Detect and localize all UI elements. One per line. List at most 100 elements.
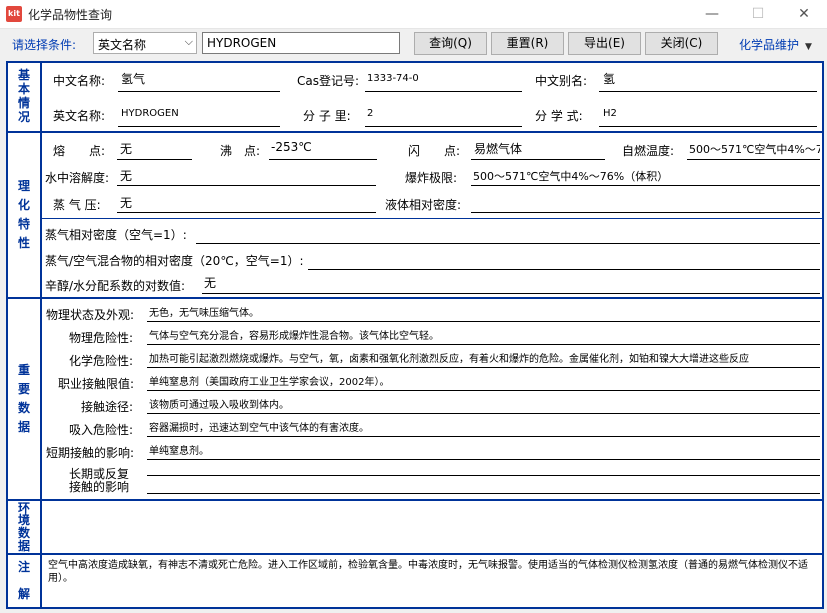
short-term-underline xyxy=(147,459,820,460)
minimize-button[interactable]: — xyxy=(689,0,735,28)
section-environment-label: 环 境 数 据 xyxy=(8,501,42,553)
cn-alias-label: 中文别名: xyxy=(535,74,588,88)
autoign-underline xyxy=(687,159,820,160)
log-kow-label: 辛醇/水分配系数的对数值: xyxy=(45,279,186,293)
route-label: 接触途径: xyxy=(81,400,134,414)
formula-label: 分 学 式: xyxy=(535,109,583,123)
en-name-underline xyxy=(118,126,280,127)
app-icon: kit xyxy=(6,6,22,22)
short-term-label: 短期接触的影响: xyxy=(46,446,135,460)
condition-label: 请选择条件: xyxy=(12,38,77,52)
section-notes: 注 解 空气中高浓度造成缺氧，有神志不清或死亡危险。进入工作区域前，检验氧含量。… xyxy=(8,555,822,607)
mw-underline xyxy=(365,126,522,127)
mw-label: 分 子 里: xyxy=(303,109,351,123)
route-underline xyxy=(147,413,820,414)
cas-label: Cas登记号: xyxy=(297,74,360,88)
section-basic-label: 基 本 情 况 xyxy=(8,63,42,131)
chem-hazard-label: 化学危险性: xyxy=(69,354,134,368)
exposure-limit-label: 职业接触限值: xyxy=(58,377,135,391)
explosive-value: 500～571℃空气中4%～76%（体积） xyxy=(473,170,669,183)
section-notes-label: 注 解 xyxy=(8,555,42,607)
query-button[interactable]: 查询(Q) xyxy=(414,32,487,55)
boiling-value: -253℃ xyxy=(271,140,312,154)
flash-underline xyxy=(471,159,605,160)
state-underline xyxy=(147,321,820,322)
short-term-value: 单纯窒息剂。 xyxy=(149,446,209,457)
en-name-label: 英文名称: xyxy=(53,109,106,123)
state-label: 物理状态及外观: xyxy=(46,308,135,322)
search-input[interactable] xyxy=(202,32,400,54)
solubility-value: 无 xyxy=(120,169,133,183)
maximize-button[interactable]: ☐ xyxy=(735,0,781,28)
mw-value: 2 xyxy=(367,108,374,119)
cn-alias-value: 氢 xyxy=(603,72,616,86)
flash-label: 闪 点: xyxy=(408,144,461,158)
section-environment-title: 环 境 数 据 xyxy=(17,500,30,553)
liquid-density-underline xyxy=(471,212,820,213)
title-bar: kit 化学品物性查询 — ☐ ✕ xyxy=(0,0,827,29)
section-basic: 基 本 情 况 中文名称: 氢气 Cas登记号: 1333-74-0 中文别名:… xyxy=(8,63,822,133)
notes-text: 空气中高浓度造成缺氧，有神志不清或死亡危险。进入工作区域前，检验氧含量。中毒浓度… xyxy=(48,560,808,584)
explosive-underline xyxy=(471,185,820,186)
melting-label: 熔 点: xyxy=(53,144,106,158)
section-physchem-title: 理 化 特 性 xyxy=(17,178,30,251)
vapor-density-underline xyxy=(196,243,820,244)
explosive-label: 爆炸极限: xyxy=(405,171,458,185)
inhalation-value: 容器漏损时，迅速达到空气中该气体的有害浓度。 xyxy=(149,423,369,434)
liquid-density-label: 液体相对密度: xyxy=(385,198,462,212)
maintenance-label: 化学品维护 xyxy=(739,38,800,52)
formula-underline xyxy=(599,126,817,127)
cn-alias-underline xyxy=(599,91,817,92)
log-kow-value: 无 xyxy=(204,276,217,290)
melting-value: 无 xyxy=(120,142,133,156)
export-button[interactable]: 导出(E) xyxy=(568,32,641,55)
dropdown-icon: ▼ xyxy=(805,42,812,52)
section-important-title: 重 要 数 据 xyxy=(17,362,30,435)
cn-name-underline xyxy=(118,91,280,92)
formula-value: H2 xyxy=(603,108,617,119)
phys-hazard-underline xyxy=(147,344,820,345)
cn-name-label: 中文名称: xyxy=(53,74,106,88)
long-term-underline-1 xyxy=(147,475,820,476)
section-basic-title: 基 本 情 况 xyxy=(17,68,30,124)
solubility-label: 水中溶解度: xyxy=(45,171,110,185)
mixture-density-label: 蒸气/空气混合物的相对密度（20℃，空气=1）: xyxy=(45,254,304,268)
chem-hazard-underline xyxy=(147,367,820,368)
autoign-label: 自燃温度: xyxy=(622,144,675,158)
close-button[interactable]: 关闭(C) xyxy=(645,32,718,55)
chevron-down-icon: ⌵ xyxy=(184,35,193,48)
state-value: 无色，无气味压缩气体。 xyxy=(149,308,259,319)
maintenance-menu[interactable]: 化学品维护 ▼ xyxy=(739,36,812,53)
toolbar: 请选择条件: 英文名称 ⌵ 查询(Q) 重置(R) 导出(E) 关闭(C) 化学… xyxy=(0,29,827,59)
condition-select[interactable]: 英文名称 ⌵ xyxy=(93,32,197,54)
melting-underline xyxy=(117,159,192,160)
phys-hazard-value: 气体与空气充分混合，容易形成爆炸性混合物。该气体比空气轻。 xyxy=(149,331,439,342)
close-window-button[interactable]: ✕ xyxy=(781,0,827,28)
long-term-underline-2 xyxy=(147,493,820,494)
phys-hazard-label: 物理危险性: xyxy=(69,331,134,345)
condition-selected-value: 英文名称 xyxy=(98,38,147,52)
section-physchem-label: 理 化 特 性 xyxy=(8,133,42,297)
log-kow-underline xyxy=(202,293,820,294)
vapor-pressure-underline xyxy=(117,212,376,213)
cas-underline xyxy=(365,91,522,92)
section-environment: 环 境 数 据 xyxy=(8,501,822,555)
cn-name-value: 氢气 xyxy=(121,72,146,86)
cas-value: 1333-74-0 xyxy=(367,73,419,84)
autoign-value: 500～571℃空气中4%～76 xyxy=(689,143,820,156)
section-physchem: 理 化 特 性 熔 点: 无 沸 点: -253℃ 闪 点: 易燃气体 自燃温度… xyxy=(8,133,822,299)
long-term-label-line2: 接触的影响 xyxy=(69,480,130,494)
route-value: 该物质可通过吸入吸收到体内。 xyxy=(149,400,289,411)
en-name-value: HYDROGEN xyxy=(121,108,179,119)
section-important: 重 要 数 据 物理状态及外观: 无色，无气味压缩气体。 物理危险性: 气体与空… xyxy=(8,299,822,501)
window-title: 化学品物性查询 xyxy=(28,8,113,22)
boiling-label: 沸 点: xyxy=(220,144,261,158)
inhalation-underline xyxy=(147,436,820,437)
exposure-limit-underline xyxy=(147,390,820,391)
reset-button[interactable]: 重置(R) xyxy=(491,32,564,55)
vapor-density-label: 蒸气相对密度（空气=1）: xyxy=(45,228,187,242)
inhalation-label: 吸入危险性: xyxy=(69,423,134,437)
vapor-pressure-label: 蒸 气 压: xyxy=(53,198,101,212)
section-important-label: 重 要 数 据 xyxy=(8,299,42,499)
exposure-limit-value: 单纯窒息剂（美国政府工业卫生学家会议，2002年）。 xyxy=(149,377,390,388)
